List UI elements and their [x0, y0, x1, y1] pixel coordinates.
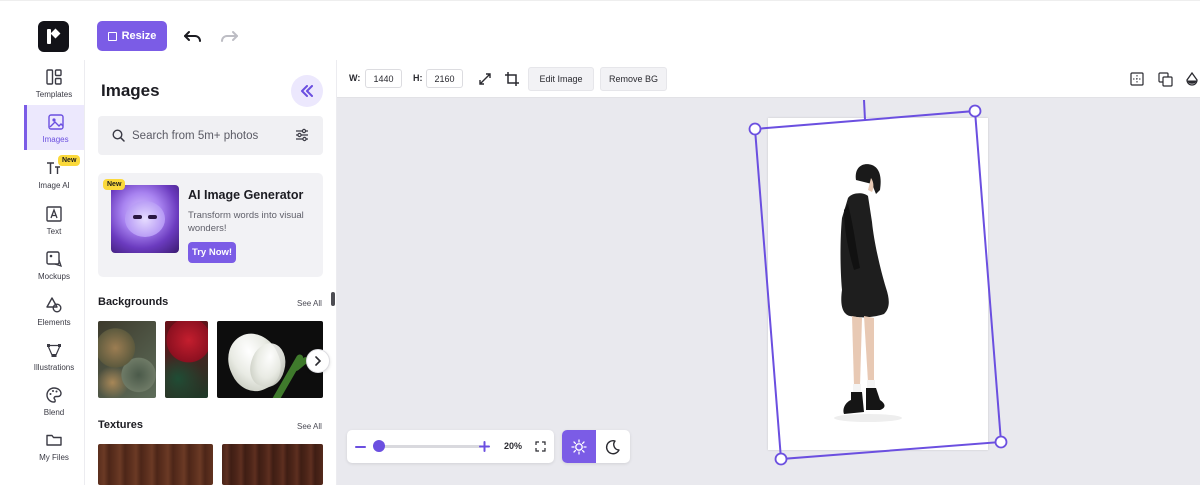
canvas-area: W: 1440 H: 2160 Edit Image Remove BG 20% [337, 60, 1200, 485]
theme-toggle [562, 430, 630, 463]
text-icon [46, 206, 62, 222]
background-thumbnail-poinsettia[interactable] [165, 321, 208, 398]
rail-label: My Files [39, 453, 69, 462]
new-badge: New [58, 155, 81, 166]
panel-title: Images [101, 81, 160, 100]
undo-icon[interactable] [183, 27, 203, 45]
left-rail: Templates Images Image AI New Text Mocku… [0, 60, 85, 485]
rail-label: Templates [35, 90, 73, 99]
rail-label: Text [46, 227, 62, 236]
rail-item-elements[interactable]: Elements [24, 288, 84, 333]
textures-heading: Textures [98, 419, 144, 431]
collapse-panel-button[interactable] [291, 75, 323, 107]
selection-frame[interactable] [337, 60, 1200, 485]
rail-item-images[interactable]: Images [24, 105, 84, 150]
texture-thumbnail-wood-2[interactable] [222, 444, 323, 485]
resize-icon [107, 31, 117, 41]
resize-button[interactable]: Resize [97, 21, 167, 51]
rail-item-templates[interactable]: Templates [24, 60, 84, 105]
zoom-slider-handle[interactable] [373, 440, 385, 452]
try-now-button[interactable]: Try Now! [188, 242, 236, 263]
backgrounds-next-button[interactable] [306, 349, 330, 373]
fit-screen-icon[interactable] [535, 441, 546, 452]
rail-label: Blend [43, 408, 65, 417]
light-mode-button[interactable] [562, 430, 596, 463]
templates-icon [46, 69, 62, 85]
rail-label: Images [42, 135, 69, 144]
rail-item-image-ai[interactable]: Image AI New [24, 151, 84, 196]
app-logo[interactable] [38, 21, 69, 52]
rail-item-mockups[interactable]: Mockups [24, 242, 84, 287]
background-thumbnail-pumpkins[interactable] [98, 321, 156, 398]
resize-handle-top-left [748, 122, 762, 136]
dark-mode-button[interactable] [596, 430, 630, 463]
textures-see-all-link[interactable]: See All [297, 422, 322, 431]
zoom-out-icon[interactable] [355, 442, 366, 452]
ai-image-generator-card[interactable]: New AI Image Generator Transform words i… [98, 173, 323, 277]
shapes-icon [46, 297, 62, 313]
palette-icon [46, 387, 62, 403]
resize-handle-bottom-right [994, 435, 1008, 449]
mockup-icon [46, 251, 63, 268]
backgrounds-heading: Backgrounds [98, 296, 169, 308]
resize-handle-top-right [968, 104, 982, 118]
zoom-slider-track[interactable] [381, 445, 481, 448]
panel-scrollbar[interactable] [331, 292, 335, 306]
image-icon [47, 114, 64, 130]
texture-thumbnail-wood-1[interactable] [98, 444, 213, 485]
ai-generator-thumbnail [111, 185, 179, 253]
rail-label: Illustrations [33, 363, 75, 372]
ai-card-title: AI Image Generator [188, 188, 304, 202]
rail-label: Image AI [38, 181, 70, 190]
top-bar: Resize [0, 0, 1200, 60]
new-badge: New [103, 179, 126, 190]
editor-app: Resize Templates Images Image AI New Tex… [0, 0, 1200, 485]
zoom-in-icon[interactable] [479, 441, 490, 452]
rail-item-text[interactable]: Text [24, 197, 84, 242]
backgrounds-see-all-link[interactable]: See All [297, 299, 322, 308]
rail-label: Elements [37, 318, 71, 327]
moon-icon [605, 439, 620, 454]
chevron-right-icon [315, 356, 322, 366]
redo-icon[interactable] [219, 27, 239, 45]
rail-item-illustrations[interactable]: Illustrations [24, 333, 84, 378]
zoom-percent: 20% [504, 441, 523, 451]
ai-card-description: Transform words into visual wonders! [188, 210, 304, 234]
rail-item-blend[interactable]: Blend [24, 378, 84, 423]
search-input[interactable] [132, 126, 282, 146]
rail-label: Mockups [37, 272, 70, 281]
filter-sliders-icon[interactable] [295, 128, 309, 142]
resize-label: Resize [121, 30, 157, 42]
search-icon [112, 129, 125, 142]
double-chevron-left-icon [301, 85, 313, 97]
rail-item-my-files[interactable]: My Files [24, 423, 84, 468]
images-panel: Images New AI Image Generator Transform … [85, 60, 337, 485]
search-box [98, 116, 323, 155]
folder-icon [46, 434, 62, 446]
illustration-icon [47, 344, 61, 357]
zoom-control: 20% [347, 430, 554, 463]
sun-icon [571, 438, 587, 455]
resize-handle-bottom-left [774, 452, 788, 466]
